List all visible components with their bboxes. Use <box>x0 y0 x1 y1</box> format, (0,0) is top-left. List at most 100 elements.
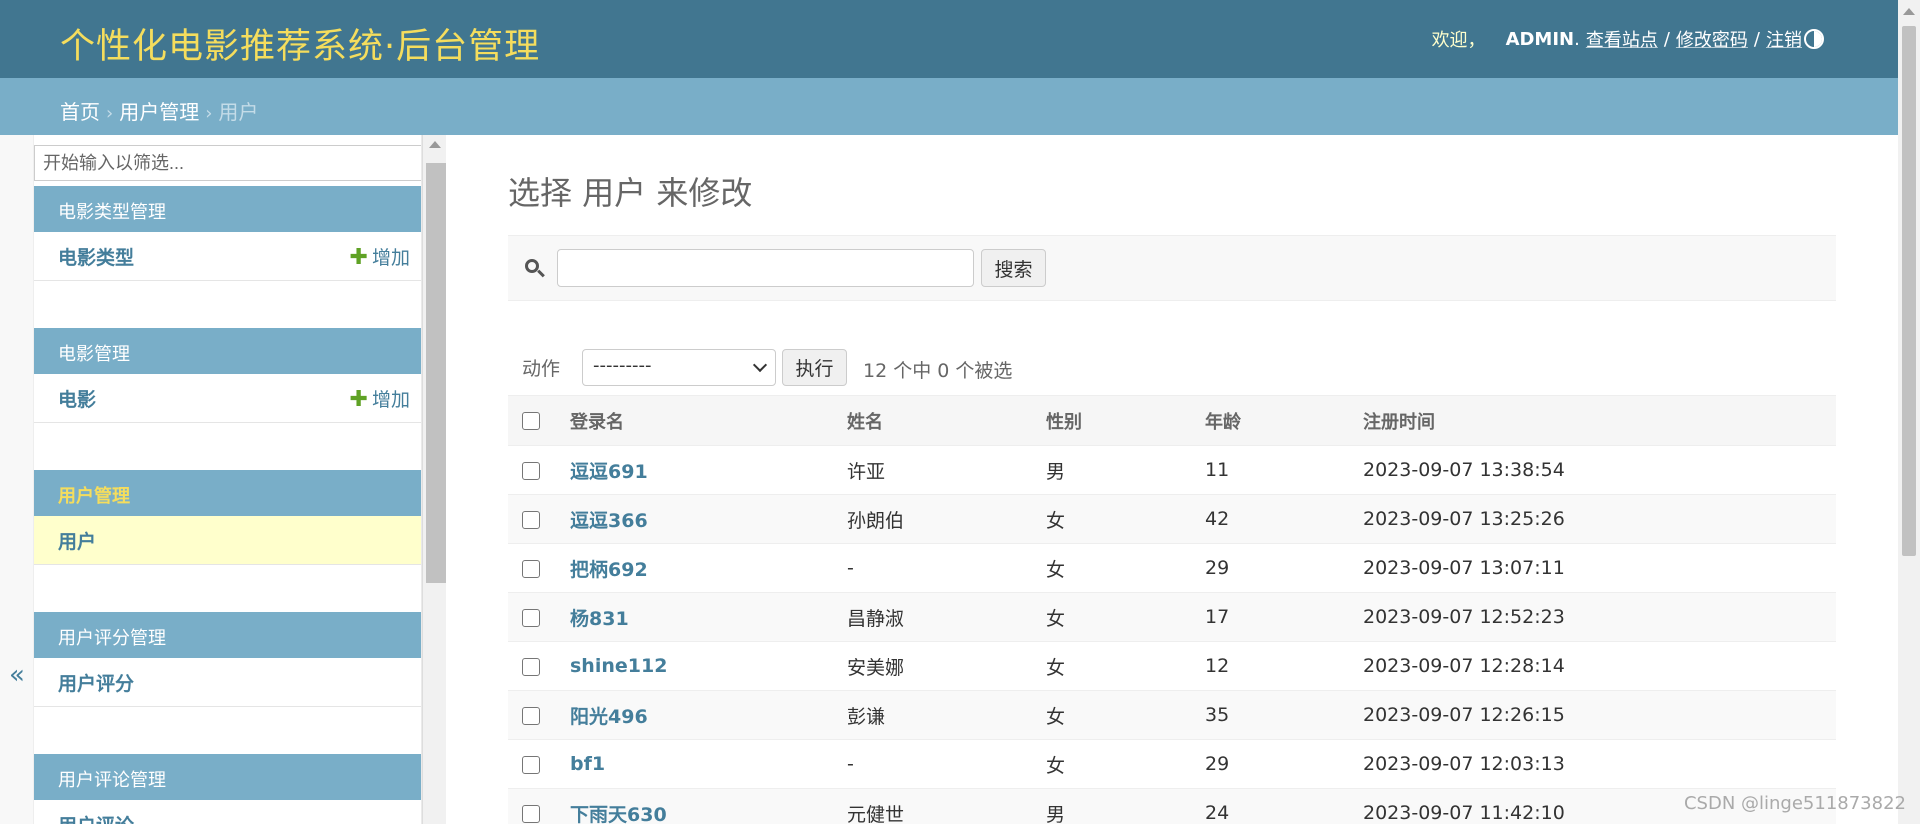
cell-name: 安美娜 <box>847 641 1046 691</box>
row-checkbox[interactable] <box>522 559 540 578</box>
row-checkbox[interactable] <box>522 510 540 529</box>
row-checkbox[interactable] <box>522 755 540 774</box>
search-input[interactable] <box>557 249 974 287</box>
result-table: 登录名 姓名 性别 年龄 注册时间 逗逗691 许亚男 11 2023-09-07 1… <box>508 395 1836 824</box>
row-checkbox-cell <box>508 445 570 495</box>
username-dot: . <box>1574 28 1580 50</box>
cell-registered: 2023-09-07 12:52:23 <box>1363 592 1836 642</box>
action-select[interactable]: --------- <box>582 349 776 386</box>
sidebar-item-label[interactable]: 用户评论 <box>58 811 134 824</box>
sidebar-item-label[interactable]: 电影 <box>58 385 96 412</box>
cell-registered: 2023-09-07 13:38:54 <box>1363 445 1836 495</box>
search-icon <box>525 259 545 278</box>
execute-button[interactable]: 执行 <box>782 349 847 386</box>
table-body: 逗逗691 许亚男 11 2023-09-07 13:38:54 逗逗366 孙朗伯女 42… <box>508 445 1836 824</box>
breadcrumb-app[interactable]: 用户管理 <box>119 100 199 124</box>
sidebar-filter-input[interactable] <box>34 145 421 181</box>
scroll-up-icon[interactable] <box>1903 8 1915 15</box>
row-checkbox-cell <box>508 690 570 740</box>
table-row: 下雨天630 元健世男 24 2023-09-07 11:42:10 <box>508 788 1836 824</box>
row-checkbox[interactable] <box>522 461 540 480</box>
scroll-up-icon[interactable] <box>429 141 441 148</box>
cell-login: 把柄692 <box>570 543 847 593</box>
user-link[interactable]: 逗逗366 <box>570 510 648 532</box>
scrollbar-thumb[interactable] <box>1902 26 1916 556</box>
search-button[interactable]: 搜索 <box>981 249 1046 287</box>
module-caption[interactable]: 用户评论管理 <box>34 754 421 800</box>
double-chevron-left-icon: « <box>9 660 25 690</box>
cell-age: 42 <box>1205 494 1363 544</box>
page-scrollbar[interactable] <box>1898 0 1920 824</box>
cell-name: - <box>847 543 1046 593</box>
sidebar-item-movie-type: 电影类型 ✚ 增加 <box>34 232 421 281</box>
cell-login: bf1 <box>570 739 847 789</box>
cell-age: 11 <box>1205 445 1363 495</box>
module-caption[interactable]: 电影类型管理 <box>34 186 421 232</box>
chevron-down-icon <box>752 357 768 373</box>
half-circle-icon[interactable] <box>1804 29 1824 49</box>
breadcrumb-home[interactable]: 首页 <box>60 100 100 124</box>
header: 个性化电影推荐系统·后台管理 欢迎， ADMIN. 查看站点 / 修改密码 / … <box>0 0 1898 78</box>
add-label: 增加 <box>371 388 410 411</box>
table-row: 阳光496 彭谦女 35 2023-09-07 12:26:15 <box>508 690 1836 740</box>
cell-gender: 男 <box>1046 788 1205 824</box>
user-link[interactable]: 下雨天630 <box>570 804 667 824</box>
cell-name: - <box>847 739 1046 789</box>
sidebar-item-label[interactable]: 用户 <box>58 527 96 554</box>
table-row: 逗逗691 许亚男 11 2023-09-07 13:38:54 <box>508 445 1836 495</box>
user-link[interactable]: 杨831 <box>570 608 629 630</box>
module-caption[interactable]: 电影管理 <box>34 328 421 374</box>
sidebar-item-label[interactable]: 电影类型 <box>58 243 134 270</box>
row-checkbox[interactable] <box>522 608 540 627</box>
sidebar-scrollbar[interactable] <box>422 135 446 824</box>
logout-link[interactable]: 注销 <box>1766 26 1802 52</box>
action-select-value: --------- <box>593 355 652 376</box>
row-checkbox-cell <box>508 543 570 593</box>
cell-login: 下雨天630 <box>570 788 847 824</box>
user-link[interactable]: 逗逗691 <box>570 461 648 483</box>
site-title[interactable]: 个性化电影推荐系统·后台管理 <box>60 18 540 69</box>
user-tools: 欢迎， ADMIN. 查看站点 / 修改密码 / 注销 <box>1432 26 1802 52</box>
cell-registered: 2023-09-07 12:26:15 <box>1363 690 1836 740</box>
module-user-comment: 用户评论管理 用户评论 <box>34 754 421 824</box>
cell-registered: 2023-09-07 12:28:14 <box>1363 641 1836 691</box>
module-caption[interactable]: 用户评分管理 <box>34 612 421 658</box>
sidebar-toggle-button[interactable]: « <box>0 135 34 824</box>
sidebar-item-label[interactable]: 用户评分 <box>58 669 134 696</box>
add-label: 增加 <box>371 246 410 269</box>
row-checkbox[interactable] <box>522 657 540 676</box>
user-link[interactable]: 把柄692 <box>570 559 648 581</box>
cell-name: 昌静淑 <box>847 592 1046 642</box>
plus-icon: ✚ <box>349 386 368 412</box>
column-header-name[interactable]: 姓名 <box>847 395 1046 446</box>
watermark: CSDN @linge511873822 <box>1683 793 1906 814</box>
cell-registered: 2023-09-07 13:25:26 <box>1363 494 1836 544</box>
sidebar-item-user-rating: 用户评分 <box>34 658 421 707</box>
column-header-login[interactable]: 登录名 <box>570 395 847 446</box>
column-header-gender[interactable]: 性别 <box>1046 395 1205 446</box>
table-row: 逗逗366 孙朗伯女 42 2023-09-07 13:25:26 <box>508 494 1836 544</box>
sidebar-item-user-comment: 用户评论 <box>34 800 421 824</box>
table-row: 把柄692 - 女 29 2023-09-07 13:07:11 <box>508 543 1836 593</box>
breadcrumb-arrow: › <box>106 103 114 124</box>
module-caption[interactable]: 用户管理 <box>34 470 421 516</box>
row-checkbox[interactable] <box>522 804 540 823</box>
separator: / <box>1753 28 1760 50</box>
view-site-link[interactable]: 查看站点 <box>1586 26 1658 52</box>
row-checkbox[interactable] <box>522 706 540 725</box>
user-link[interactable]: bf1 <box>570 753 605 775</box>
add-movie-button[interactable]: ✚ 增加 <box>350 385 410 412</box>
welcome-text: 欢迎， <box>1431 30 1486 51</box>
cell-name: 元健世 <box>847 788 1046 824</box>
add-movie-type-button[interactable]: ✚ 增加 <box>350 243 410 270</box>
user-link[interactable]: shine112 <box>570 655 667 677</box>
column-header-registered[interactable]: 注册时间 <box>1363 395 1836 446</box>
change-password-link[interactable]: 修改密码 <box>1676 26 1748 52</box>
username: ADMIN <box>1505 28 1575 50</box>
scrollbar-thumb[interactable] <box>426 163 446 583</box>
select-all-checkbox[interactable] <box>522 412 540 430</box>
module-user: 用户管理 用户 <box>34 470 421 565</box>
user-link[interactable]: 阳光496 <box>570 706 648 728</box>
column-header-age[interactable]: 年龄 <box>1205 395 1363 446</box>
cell-gender: 女 <box>1046 592 1205 642</box>
